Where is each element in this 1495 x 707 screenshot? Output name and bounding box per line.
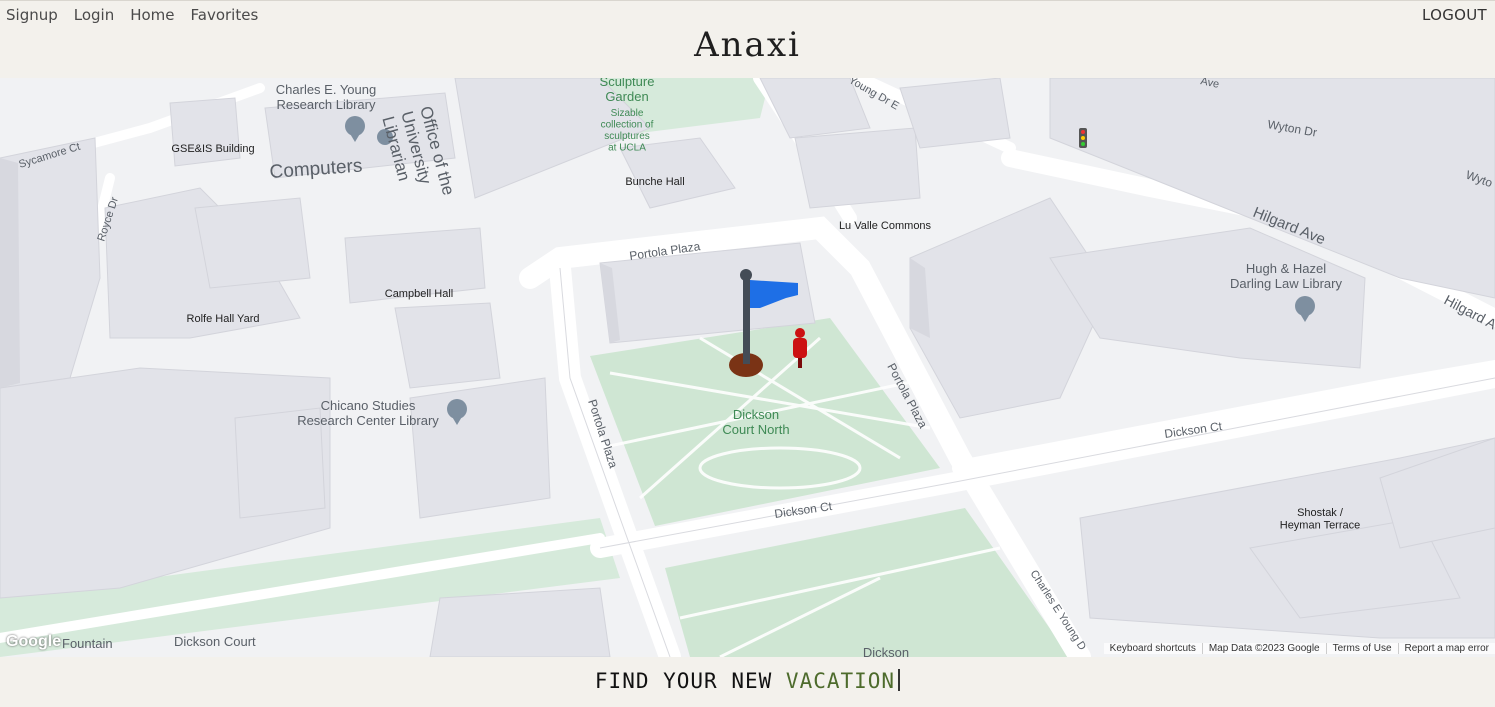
google-logo[interactable]: Google	[6, 633, 61, 651]
map-view[interactable]: Charles E. Young Research Library GSE&IS …	[0, 78, 1495, 657]
label-bunche: Bunche Hall	[625, 176, 684, 188]
tagline: FIND YOUR NEW VACATION	[0, 669, 1495, 693]
label-sculpture-garden: Sculpture Garden	[600, 78, 655, 104]
label-hugh-hazel: Hugh & Hazel Darling Law Library	[1230, 261, 1342, 291]
map-attribution: Keyboard shortcuts Map Data ©2023 Google…	[1103, 643, 1495, 654]
label-rolfe: Rolfe Hall Yard	[187, 313, 260, 325]
nav-favorites[interactable]: Favorites	[191, 6, 259, 24]
terms-link[interactable]: Terms of Use	[1325, 643, 1398, 654]
label-fountain: Fountain	[62, 636, 113, 651]
label-gseis: GSE&IS Building	[171, 143, 254, 155]
label-lu-valle: Lu Valle Commons	[839, 220, 932, 232]
keyboard-shortcuts-link[interactable]: Keyboard shortcuts	[1104, 643, 1202, 654]
nav-home[interactable]: Home	[130, 6, 174, 24]
label-young-library: Charles E. Young Research Library	[276, 82, 376, 112]
bottom-bar: FIND YOUR NEW VACATION	[0, 657, 1495, 707]
nav-login[interactable]: Login	[74, 6, 114, 24]
logout-button[interactable]: LOGOUT	[1422, 6, 1487, 24]
tagline-lead: FIND YOUR NEW	[594, 669, 786, 693]
label-dickson-court: Dickson Court	[174, 634, 256, 649]
label-campbell: Campbell Hall	[385, 288, 453, 300]
label-dickson-bottom: Dickson	[863, 645, 909, 657]
report-error-link[interactable]: Report a map error	[1397, 643, 1495, 654]
tagline-accent: VACATION	[785, 669, 896, 693]
map-canvas[interactable]: Charles E. Young Research Library GSE&IS …	[0, 78, 1495, 657]
brand-title: Anaxi	[694, 25, 801, 65]
main-nav: Signup Login Home Favorites	[6, 6, 258, 24]
map-data-text: Map Data ©2023 Google	[1201, 643, 1326, 654]
top-bar: Signup Login Home Favorites LOGOUT Anaxi	[0, 0, 1495, 78]
nav-signup[interactable]: Signup	[6, 6, 58, 24]
typing-caret	[898, 669, 901, 691]
